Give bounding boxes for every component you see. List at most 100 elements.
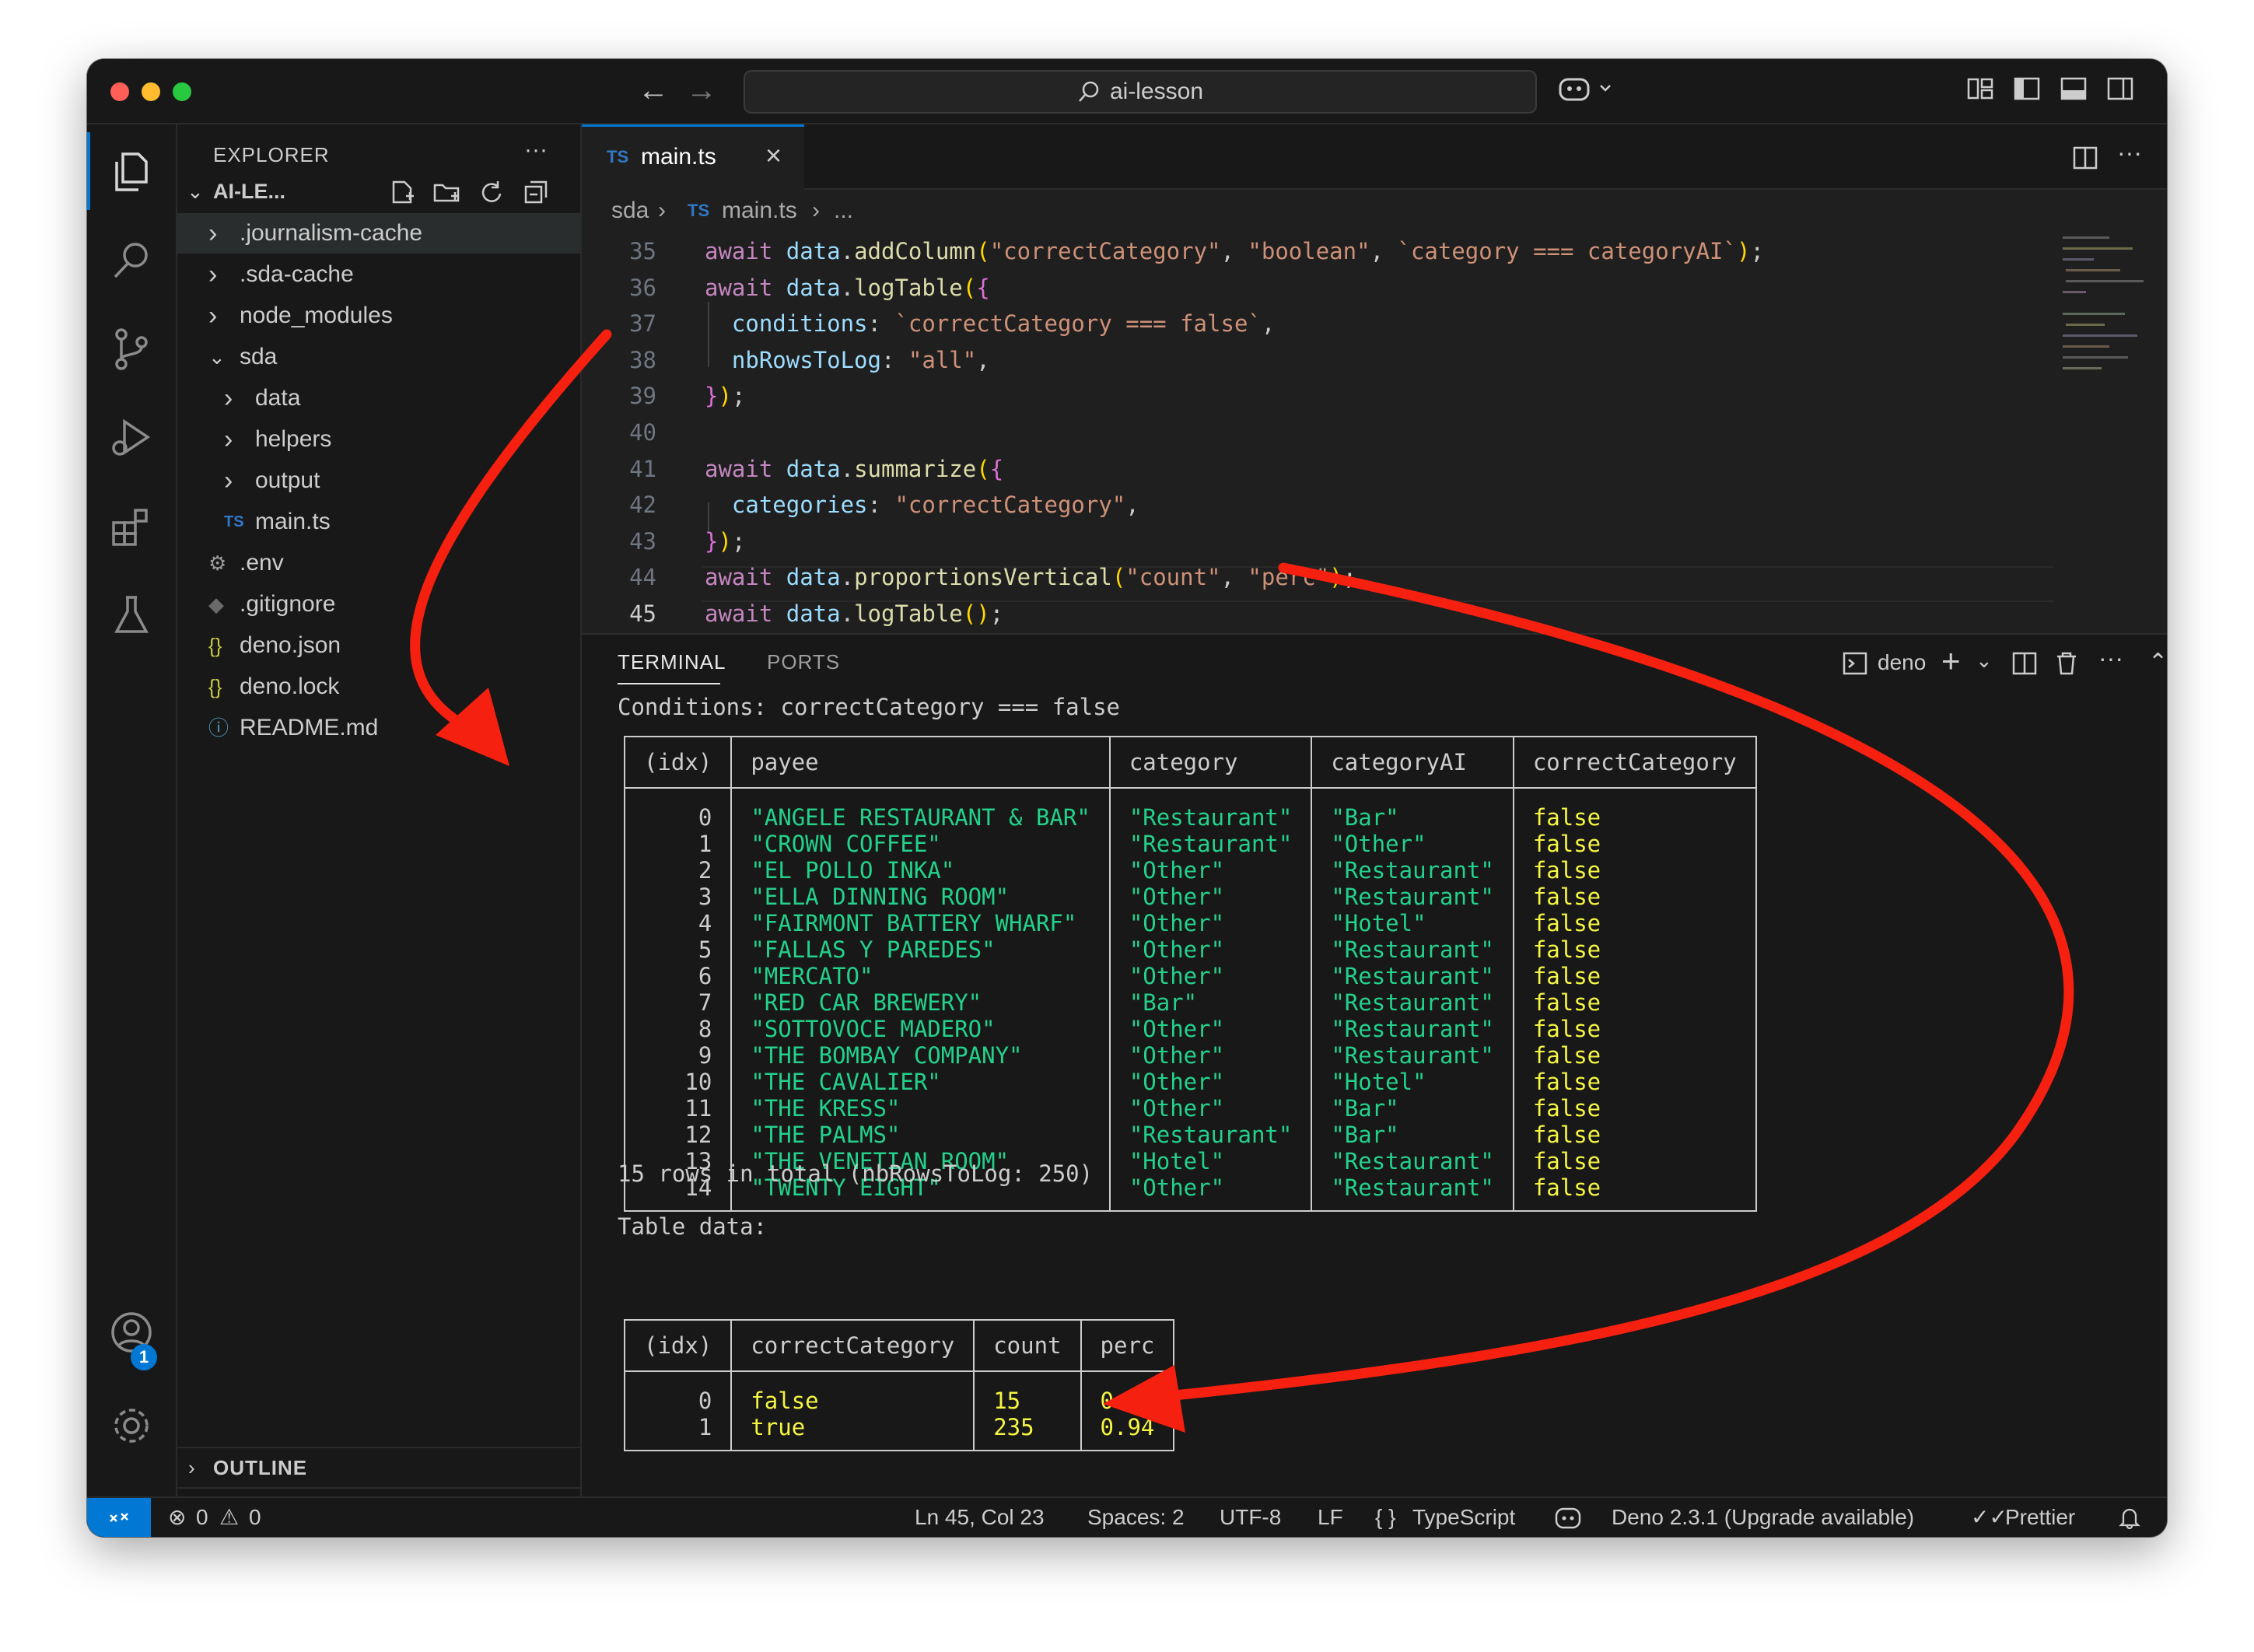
- table-cell: false: [1512, 831, 1757, 857]
- table-cell: "THE PALMS": [730, 1122, 1111, 1148]
- table-cell: "Restaurant": [1108, 1122, 1313, 1148]
- warning-count[interactable]: 0: [249, 1498, 261, 1537]
- code-token: "all": [908, 346, 977, 373]
- testing-flask-icon[interactable]: [106, 590, 157, 641]
- braces-icon: { }: [1375, 1505, 1396, 1529]
- chevron-right-icon: ›: [224, 425, 233, 454]
- tree-item[interactable]: › .journalism-cache: [177, 213, 580, 254]
- table-row: 10 "THE CAVALIER" "Other" "Hotel" false: [623, 1069, 1757, 1095]
- tree-item[interactable]: ⓘ README.md: [177, 708, 580, 748]
- typescript-file-icon: TS: [688, 201, 710, 220]
- warning-icon[interactable]: ⚠: [219, 1498, 239, 1537]
- tree-item[interactable]: › data: [177, 378, 580, 418]
- copilot-icon[interactable]: [1554, 1506, 1582, 1531]
- encoding[interactable]: UTF-8: [1220, 1498, 1281, 1537]
- close-tab-icon[interactable]: ×: [765, 139, 782, 172]
- table-cell: "Hotel": [1108, 1148, 1313, 1174]
- source-control-icon[interactable]: [106, 324, 157, 375]
- errors-icon[interactable]: ⊗: [168, 1498, 186, 1537]
- outline-section[interactable]: › OUTLINE: [177, 1447, 580, 1487]
- table-cell: "Restaurant": [1108, 788, 1313, 831]
- minimize-window-button[interactable]: [142, 82, 160, 101]
- command-center-search[interactable]: ai-lesson: [744, 70, 1537, 114]
- line-number: 35: [629, 238, 656, 264]
- tree-item[interactable]: › helpers: [177, 419, 580, 460]
- tree-item[interactable]: {} deno.lock: [177, 667, 580, 707]
- table-cell: "Bar": [1311, 1095, 1514, 1122]
- split-editor-icon[interactable]: [2072, 145, 2098, 171]
- settings-gear-icon[interactable]: [106, 1400, 157, 1451]
- new-folder-icon[interactable]: [432, 179, 460, 205]
- deno-version[interactable]: Deno 2.3.1 (Upgrade available): [1612, 1498, 1914, 1537]
- table-cell: 1: [623, 831, 733, 857]
- chevron-down-icon[interactable]: ⌄: [1976, 649, 1993, 673]
- table-cell: 0: [623, 788, 733, 831]
- new-terminal-icon[interactable]: +: [1941, 642, 1961, 680]
- line-number: 36: [629, 274, 656, 301]
- tree-item[interactable]: ⌄ sda: [177, 337, 580, 377]
- table-header: count: [973, 1319, 1082, 1372]
- code-token: "boolean": [1248, 238, 1370, 264]
- line-number: 44: [629, 564, 656, 591]
- tab-terminal[interactable]: TERMINAL: [618, 650, 726, 674]
- toggle-primary-sidebar-icon[interactable]: [2013, 75, 2041, 103]
- explorer-more-icon[interactable]: ···: [524, 137, 548, 163]
- tree-item[interactable]: TS main.ts: [177, 502, 580, 542]
- tab-ports[interactable]: PORTS: [767, 650, 840, 674]
- split-terminal-icon[interactable]: [2011, 650, 2038, 677]
- tree-item[interactable]: ◆ .gitignore: [177, 584, 580, 625]
- tree-item[interactable]: › .sda-cache: [177, 254, 580, 295]
- prettier-status[interactable]: Prettier: [2005, 1498, 2075, 1537]
- zoom-window-button[interactable]: [173, 82, 191, 101]
- active-indicator: [87, 132, 90, 210]
- tree-item[interactable]: › output: [177, 460, 580, 501]
- breadcrumb-file[interactable]: main.ts: [722, 190, 797, 232]
- new-file-icon[interactable]: [389, 179, 415, 205]
- editor-more-icon[interactable]: ···: [2117, 138, 2142, 167]
- code-token: :: [880, 346, 908, 373]
- workspace-folder-header[interactable]: ⌄ AI-LE...: [177, 171, 580, 212]
- table-row: 1 "CROWN COFFEE" "Restaurant" "Other" false: [623, 831, 1757, 857]
- trash-icon[interactable]: [2053, 650, 2080, 677]
- search-icon[interactable]: [106, 235, 157, 286]
- code-token: data: [786, 564, 841, 591]
- breadcrumb-folder[interactable]: sda: [611, 190, 649, 232]
- cursor-position[interactable]: Ln 45, Col 23: [915, 1498, 1045, 1537]
- close-window-button[interactable]: [110, 82, 129, 101]
- tree-item[interactable]: ⚙ .env: [177, 543, 580, 583]
- code-line: nbRowsToLog: "all",: [705, 347, 990, 373]
- copilot-icon[interactable]: [1557, 75, 1619, 103]
- error-count[interactable]: 0: [196, 1498, 208, 1537]
- terminal-shell-name[interactable]: deno: [1878, 650, 1926, 675]
- toggle-secondary-sidebar-icon[interactable]: [2106, 75, 2134, 103]
- table-row: 4 "FAIRMONT BATTERY WHARF" "Other" "Hotel" f…: [623, 910, 1757, 936]
- forward-arrow-icon[interactable]: →: [686, 73, 717, 107]
- collapse-all-icon[interactable]: [523, 179, 549, 205]
- extensions-icon[interactable]: [106, 501, 157, 552]
- remote-indicator-icon[interactable]: [87, 1498, 151, 1537]
- code-token: await: [705, 600, 786, 627]
- breadcrumb-symbol[interactable]: ...: [834, 190, 853, 232]
- code-editor[interactable]: 35 await data.addColumn("correctCategory"…: [582, 232, 2167, 632]
- tab-main-ts[interactable]: TS main.ts ×: [582, 124, 804, 192]
- toggle-panel-icon[interactable]: [2060, 75, 2088, 103]
- tree-item[interactable]: › node_modules: [177, 296, 580, 336]
- end-of-line[interactable]: LF: [1318, 1498, 1343, 1537]
- code-token: (: [976, 238, 990, 264]
- refresh-icon[interactable]: [478, 179, 504, 205]
- maximize-panel-icon[interactable]: ⌃: [2148, 649, 2167, 676]
- back-arrow-icon[interactable]: ←: [638, 73, 669, 107]
- explorer-files-icon[interactable]: [106, 146, 157, 198]
- panel-more-icon[interactable]: ···: [2098, 644, 2123, 673]
- notifications-bell-icon[interactable]: [2119, 1498, 2140, 1537]
- minimap[interactable]: [2058, 232, 2151, 387]
- language-mode[interactable]: TypeScript: [1412, 1498, 1515, 1537]
- customize-layout-icon[interactable]: [1966, 75, 1994, 103]
- workspace-folder-name: AI-LE...: [213, 180, 285, 203]
- tree-item[interactable]: {} deno.json: [177, 625, 580, 666]
- info-icon: ⓘ: [208, 716, 229, 740]
- run-debug-icon[interactable]: [106, 412, 157, 464]
- indentation[interactable]: Spaces: 2: [1087, 1498, 1185, 1537]
